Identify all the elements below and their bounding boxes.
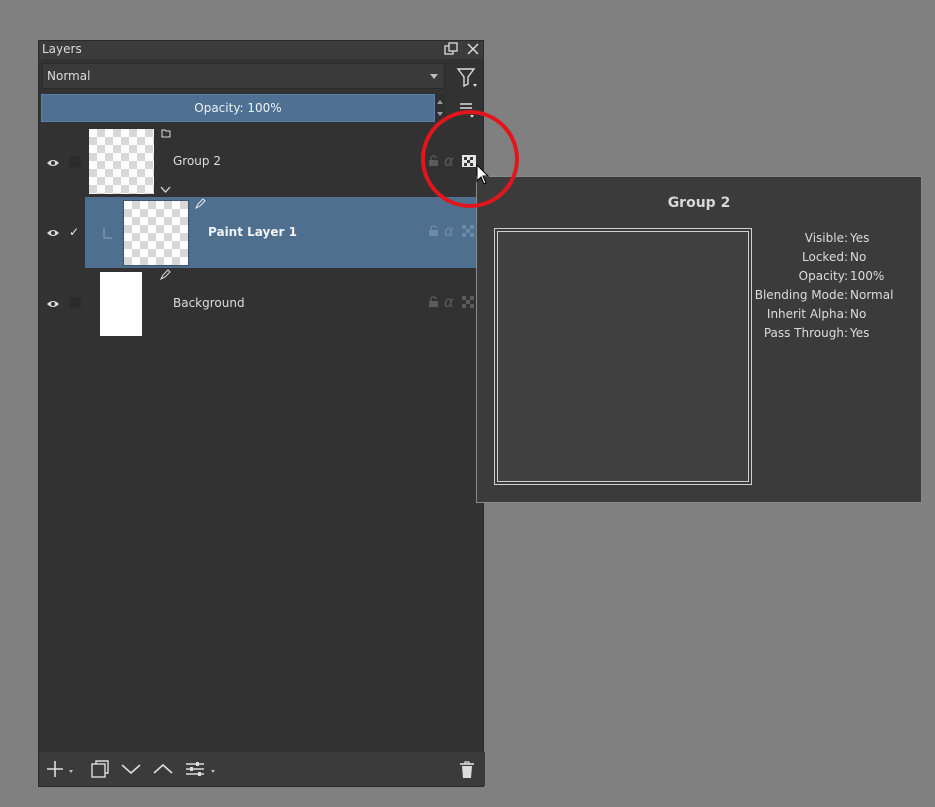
tooltip-preview — [494, 228, 752, 485]
opacity-spinner[interactable] — [435, 94, 446, 122]
tooltip-value: 100% — [850, 269, 885, 283]
tooltip-key: Locked: — [802, 250, 848, 264]
layers-toolbar — [39, 752, 485, 786]
layer-properties: α — [424, 197, 484, 268]
tooltip-title: Group 2 — [667, 195, 731, 211]
plus-icon[interactable] — [45, 759, 73, 779]
chevron-up-icon[interactable] — [152, 759, 174, 779]
tooltip-key: Visible: — [804, 231, 848, 245]
tooltip-value: No — [850, 307, 867, 321]
paint-layer-icon — [194, 198, 206, 212]
layer-select-checkbox[interactable]: ✓ — [69, 226, 81, 238]
tooltip-value: Yes — [850, 326, 870, 340]
layer-name[interactable]: Paint Layer 1 — [208, 225, 297, 239]
lock-icon[interactable] — [428, 296, 439, 311]
transparency-icon[interactable] — [462, 225, 476, 240]
eye-icon[interactable] — [46, 227, 60, 237]
tooltip-key: Inherit Alpha: — [766, 307, 848, 321]
mouse-cursor-icon — [476, 163, 490, 186]
layers-docker: Layers Normal Opacity: 100% Group 2 α ✓ … — [38, 40, 485, 787]
alpha-lock-icon[interactable]: α — [444, 152, 454, 170]
blending-mode-value: Normal — [47, 69, 91, 83]
tooltip-properties: Visible: Yes Locked: No Opacity: 100% Blend… — [751, 231, 894, 345]
layer-select-checkbox[interactable] — [69, 156, 81, 168]
filter-icon[interactable] — [455, 66, 479, 90]
tooltip-key: Opacity: — [798, 269, 848, 283]
tooltip-value: Normal — [850, 288, 894, 302]
paint-layer-icon — [159, 269, 171, 283]
layer-properties: α — [424, 126, 484, 197]
tooltip-row: Inherit Alpha: No — [751, 307, 893, 326]
lock-icon[interactable] — [428, 155, 439, 170]
hamburger-menu-icon[interactable] — [457, 99, 475, 119]
tooltip-row: Visible: Yes — [751, 231, 893, 250]
layer-tooltip: Group 2 Visible: Yes Locked: No Opacity: 10… — [476, 176, 922, 503]
chevron-down-icon[interactable] — [160, 183, 171, 197]
docker-title: Layers — [42, 42, 82, 56]
tooltip-value: No — [850, 250, 867, 264]
layer-row-background[interactable]: Background α — [39, 268, 485, 339]
layer-thumbnail[interactable] — [123, 200, 189, 266]
layer-row-group-2[interactable]: Group 2 α — [39, 126, 485, 197]
spin-up-icon[interactable] — [437, 100, 443, 104]
tooltip-key: Blending Mode: — [754, 288, 848, 302]
tooltip-value: Yes — [850, 231, 870, 245]
docker-titlebar: Layers — [39, 41, 483, 59]
eye-icon[interactable] — [46, 157, 60, 167]
tooltip-row: Locked: No — [751, 250, 893, 269]
eye-icon[interactable] — [46, 298, 60, 308]
transparency-icon[interactable] — [462, 296, 476, 311]
close-icon[interactable] — [466, 42, 480, 56]
spin-down-icon[interactable] — [437, 112, 443, 116]
chevron-down-icon[interactable] — [120, 759, 142, 779]
layer-thumbnail[interactable] — [100, 272, 142, 336]
tooltip-row: Blending Mode: Normal — [751, 288, 894, 307]
sliders-icon[interactable] — [184, 759, 220, 779]
tooltip-row: Opacity: 100% — [751, 269, 893, 288]
tooltip-row: Pass Through: Yes — [751, 326, 893, 345]
blending-mode-select[interactable]: Normal — [42, 63, 445, 89]
layer-name[interactable]: Group 2 — [173, 154, 221, 168]
alpha-lock-icon[interactable]: α — [444, 293, 454, 311]
trash-icon[interactable] — [457, 759, 477, 779]
tree-branch-icon — [103, 228, 113, 243]
opacity-label: Opacity: 100% — [194, 101, 282, 115]
layer-row-paint-layer-1[interactable]: ✓ Paint Layer 1 α — [39, 197, 485, 268]
dropdown-arrow-icon — [430, 74, 438, 79]
folder-icon — [161, 127, 171, 141]
duplicate-icon[interactable] — [90, 759, 110, 779]
lock-icon[interactable] — [428, 225, 439, 240]
opacity-slider[interactable]: Opacity: 100% — [41, 94, 435, 122]
layer-name[interactable]: Background — [173, 296, 245, 310]
float-window-icon[interactable] — [444, 42, 458, 56]
layer-properties: α — [424, 268, 484, 339]
tooltip-key: Pass Through: — [763, 326, 848, 340]
alpha-lock-icon[interactable]: α — [444, 222, 454, 240]
pass-through-icon[interactable] — [462, 155, 476, 170]
layer-select-checkbox[interactable] — [69, 297, 81, 309]
layer-thumbnail[interactable] — [89, 129, 154, 194]
